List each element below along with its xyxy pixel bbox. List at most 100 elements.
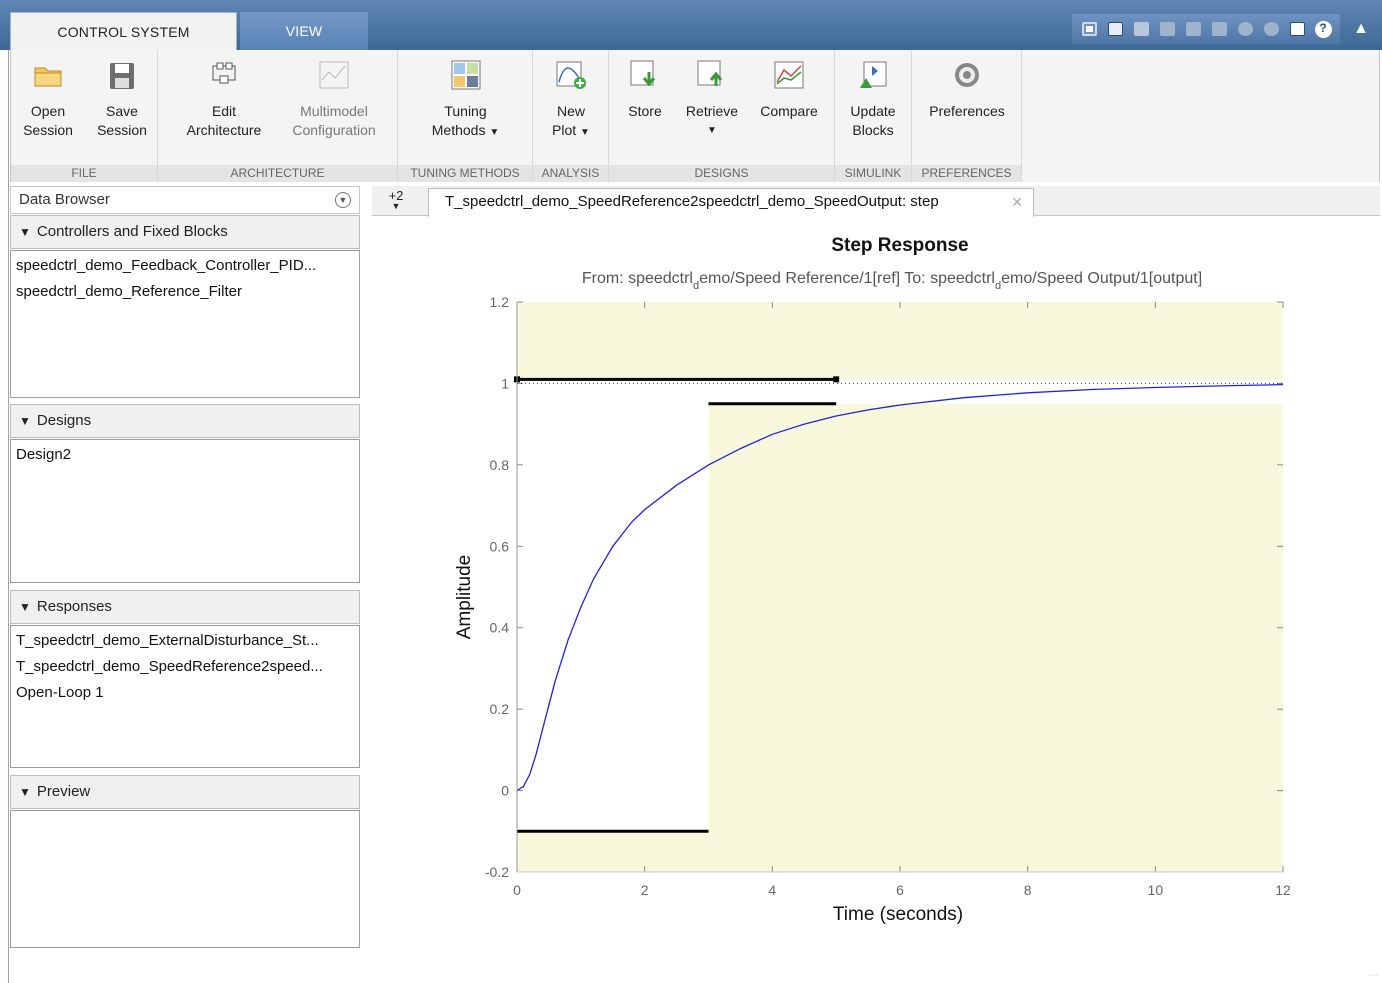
collapse-ribbon-icon[interactable]: ▲ <box>1348 16 1374 42</box>
x-tick-label: 10 <box>1148 882 1164 898</box>
group-designs: Store Retrieve ▼ Compare DESIGNS <box>609 50 835 182</box>
preview-section-header[interactable]: ▼ Preview <box>10 775 360 809</box>
store-label: Store <box>628 103 662 119</box>
window-icon[interactable] <box>1286 18 1308 40</box>
y-tick-label: 0.6 <box>490 538 510 554</box>
cut-icon[interactable] <box>1156 18 1178 40</box>
save-label-1: Save <box>106 103 138 119</box>
undo-icon[interactable] <box>1234 18 1256 40</box>
redo-icon[interactable] <box>1260 18 1282 40</box>
tab-step-response-label: T_speedctrl_demo_SpeedReference2speedctr… <box>445 193 939 210</box>
responses-section-header[interactable]: ▼ Responses <box>10 590 360 624</box>
group-label-file: FILE <box>11 165 157 182</box>
tab-step-response[interactable]: T_speedctrl_demo_SpeedReference2speedctr… <box>428 188 1034 217</box>
x-tick-label: 6 <box>896 882 904 898</box>
list-item[interactable]: T_speedctrl_demo_SpeedReference2speed... <box>16 654 354 680</box>
list-item[interactable]: speedctrl_demo_Reference_Filter <box>16 279 354 305</box>
y-tick-label: 0 <box>501 783 509 799</box>
store-button[interactable]: Store <box>619 58 671 121</box>
preferences-label: Preferences <box>929 103 1005 119</box>
ribbon-tab-strip: CONTROL SYSTEM VIEW ? ▲ <box>0 0 1382 50</box>
step-response-chart[interactable]: Step Response From: speedctrldemo/Speed … <box>372 217 1380 957</box>
browser-menu-icon[interactable]: ▼ <box>335 192 351 208</box>
paste-icon[interactable] <box>1208 18 1230 40</box>
resize-grip-icon[interactable]: ⋯ <box>1368 970 1378 981</box>
compare-label: Compare <box>760 103 818 119</box>
group-file: Open Session Save Session FILE <box>11 50 158 182</box>
new-plot-button[interactable]: New Plot ▼ <box>539 58 603 142</box>
copy-icon[interactable] <box>1182 18 1204 40</box>
open-label-1: Open <box>30 103 66 119</box>
tuning-label-2: Methods ▼ <box>431 122 500 138</box>
open-session-button[interactable]: Open Session <box>15 58 81 140</box>
save-label-2: Session <box>97 122 147 138</box>
tab-control-system[interactable]: CONTROL SYSTEM <box>10 12 237 50</box>
x-tick-label: 8 <box>1024 882 1032 898</box>
preview-title: Preview <box>36 783 91 800</box>
multimodel-label-2: Configuration <box>292 122 376 138</box>
list-item[interactable]: Design2 <box>16 442 354 468</box>
folder-icon <box>31 58 65 92</box>
collapse-triangle-icon: ▼ <box>19 785 31 799</box>
collapse-triangle-icon: ▼ <box>19 414 31 428</box>
y-tick-label: -0.2 <box>485 864 509 880</box>
retrieve-caret: ▼ <box>707 125 717 136</box>
save-icon[interactable] <box>1130 18 1152 40</box>
save-session-button[interactable]: Save Session <box>87 58 157 140</box>
update-label-1: Update <box>850 103 896 119</box>
ribbon: Open Session Save Session FILE Edit Arch… <box>10 50 1380 182</box>
group-architecture: Edit Architecture Multimodel Configurati… <box>158 50 398 182</box>
chart-subtitle: From: speedctrldemo/Speed Reference/1[re… <box>582 270 1202 292</box>
controllers-title: Controllers and Fixed Blocks <box>36 223 228 240</box>
x-tick-label: 2 <box>641 882 649 898</box>
multimodel-configuration-button[interactable]: Multimodel Configuration <box>280 58 388 140</box>
controllers-list: speedctrl_demo_Feedback_Controller_PID..… <box>10 250 360 398</box>
compare-icon <box>772 58 806 92</box>
list-item[interactable]: T_speedctrl_demo_ExternalDisturbance_St.… <box>16 628 354 654</box>
responses-title: Responses <box>36 598 112 615</box>
window-border <box>8 50 9 983</box>
tuning-methods-button[interactable]: Tuning Methods ▼ <box>408 58 523 142</box>
group-label-analysis: ANALYSIS <box>533 165 608 182</box>
preferences-button[interactable]: Preferences <box>918 58 1016 121</box>
edit-architecture-button[interactable]: Edit Architecture <box>178 58 270 140</box>
edit-label-2: Architecture <box>186 122 262 138</box>
more-tabs-count: +2 <box>388 188 404 203</box>
designs-section-header[interactable]: ▼ Designs <box>10 404 360 438</box>
plot-area: Step Response From: speedctrldemo/Speed … <box>372 217 1380 957</box>
document-tab-bar: +2 ▼ T_speedctrl_demo_SpeedReference2spe… <box>372 186 1380 217</box>
edit-label-1: Edit <box>211 103 237 119</box>
gear-icon <box>950 58 984 92</box>
open-session-icon[interactable] <box>1104 18 1126 40</box>
open-label-2: Session <box>23 122 73 138</box>
feasible-region-right <box>708 379 1283 404</box>
save-icon <box>105 58 139 92</box>
compare-button[interactable]: Compare <box>751 58 827 121</box>
update-blocks-button[interactable]: Update Blocks <box>839 58 907 140</box>
close-icon[interactable]: ✕ <box>1011 189 1023 215</box>
help-icon[interactable]: ? <box>1312 18 1334 40</box>
data-browser-title: Data Browser <box>19 191 110 208</box>
multimodel-label-1: Multimodel <box>300 103 368 119</box>
quick-access-toolbar: ? <box>1072 14 1340 44</box>
more-tabs-button[interactable]: +2 ▼ <box>380 188 412 214</box>
list-item[interactable]: speedctrl_demo_Feedback_Controller_PID..… <box>16 253 354 279</box>
list-item[interactable]: Open-Loop 1 <box>16 680 354 706</box>
new-plot-icon <box>554 58 588 92</box>
y-tick-label: 1.2 <box>490 294 510 310</box>
x-axis-label: Time (seconds) <box>833 904 963 925</box>
data-browser-header: Data Browser ▼ <box>10 186 360 214</box>
group-label-preferences: PREFERENCES <box>912 165 1021 182</box>
retrieve-label: Retrieve <box>685 103 739 119</box>
layout-icon[interactable] <box>1078 18 1100 40</box>
group-label-architecture: ARCHITECTURE <box>158 165 397 182</box>
group-label-designs: DESIGNS <box>609 165 834 182</box>
controllers-section-header[interactable]: ▼ Controllers and Fixed Blocks <box>10 215 360 249</box>
preview-panel <box>10 810 360 948</box>
chart-title: Step Response <box>831 235 968 256</box>
retrieve-button[interactable]: Retrieve ▼ <box>679 58 745 140</box>
tab-view[interactable]: VIEW <box>240 12 368 50</box>
designs-title: Designs <box>36 412 92 429</box>
group-label-simulink: SIMULINK <box>835 165 911 182</box>
retrieve-icon <box>695 58 729 92</box>
